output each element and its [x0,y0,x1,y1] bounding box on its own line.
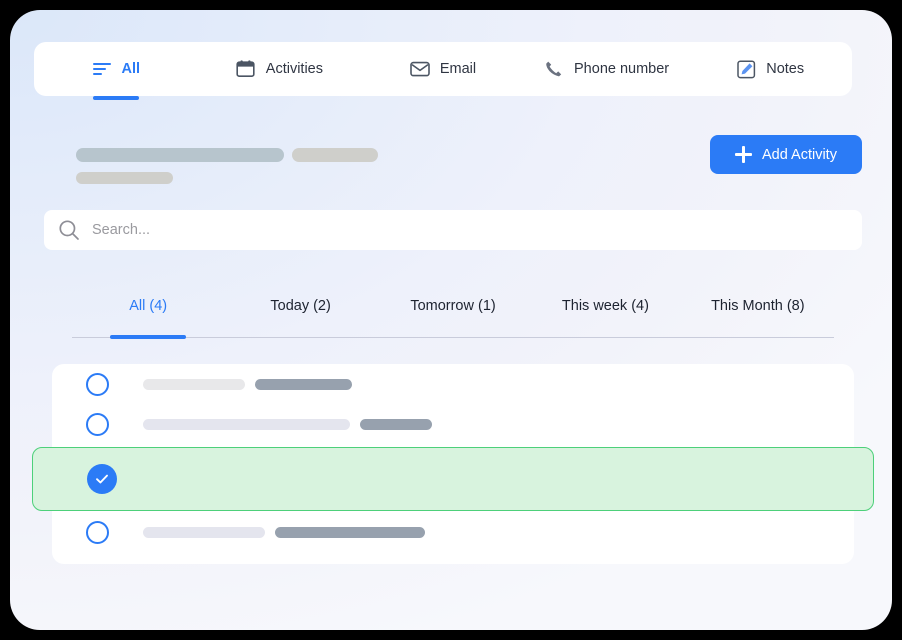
skeleton-bar [143,418,350,430]
circle-outline-icon[interactable] [86,372,109,396]
calendar-icon [236,59,256,79]
filter-tab-this-week-label: This week (4) [561,298,649,314]
skeleton-bar [360,418,432,430]
table-row-completed[interactable] [32,447,874,511]
skeleton-bar [255,378,352,390]
filter-tab-this-month-label: This Month (8) [711,298,805,314]
filter-tab-today[interactable]: Today (2) [224,288,376,337]
list-lines-icon [92,59,112,79]
badge-skeleton-bar [292,148,378,162]
table-row[interactable] [52,404,854,444]
search-bar[interactable] [44,210,862,250]
filter-tab-all[interactable]: All (4) [72,288,224,339]
filter-tab-today-label: Today (2) [270,298,331,314]
search-input[interactable] [92,222,848,238]
tab-active-indicator [92,96,139,100]
filter-tab-all-label: All (4) [129,298,168,314]
tab-notes-label: Notes [766,61,805,77]
tab-phone-number-label: Phone number [574,61,670,77]
circle-outline-icon[interactable] [86,412,109,436]
tab-activities[interactable]: Activities [198,42,362,96]
search-icon [58,219,80,241]
filter-active-indicator [110,335,187,339]
plus-icon [735,146,753,163]
subtitle-skeleton-bar [76,172,173,184]
row-content-skeleton [143,418,432,430]
title-skeleton-bar [76,148,284,162]
skeleton-bar [143,526,265,538]
filter-tab-this-week[interactable]: This week (4) [529,288,681,337]
phone-icon [544,59,564,79]
filter-tab-this-month[interactable]: This Month (8) [682,288,834,337]
filter-tab-bar: All (4) Today (2) Tomorrow (1) This week… [72,288,834,339]
add-activity-button[interactable]: Add Activity [710,135,862,174]
tab-phone-number[interactable]: Phone number [525,42,689,96]
filter-tab-tomorrow[interactable]: Tomorrow (1) [377,288,529,337]
skeleton-bar [275,526,425,538]
table-row[interactable] [52,512,854,552]
tab-all-label: All [121,61,141,77]
row-content-skeleton [143,526,425,538]
filter-tab-tomorrow-label: Tomorrow (1) [410,298,496,314]
app-window: All Activities Email Phone number Notes … [10,10,892,630]
row-content-skeleton [143,378,352,390]
table-row[interactable] [52,364,854,404]
circle-outline-icon[interactable] [86,520,109,544]
tab-notes[interactable]: Notes [688,42,852,96]
add-activity-label: Add Activity [762,146,837,163]
circle-check-filled-icon[interactable] [87,464,117,494]
primary-tab-bar: All Activities Email Phone number Notes [34,42,852,100]
tab-all[interactable]: All [34,42,198,100]
tab-email-label: Email [439,61,477,77]
edit-note-icon [736,59,756,79]
tab-activities-label: Activities [265,61,323,77]
envelope-icon [410,59,430,79]
tab-email[interactable]: Email [361,42,525,96]
skeleton-bar [143,378,245,390]
